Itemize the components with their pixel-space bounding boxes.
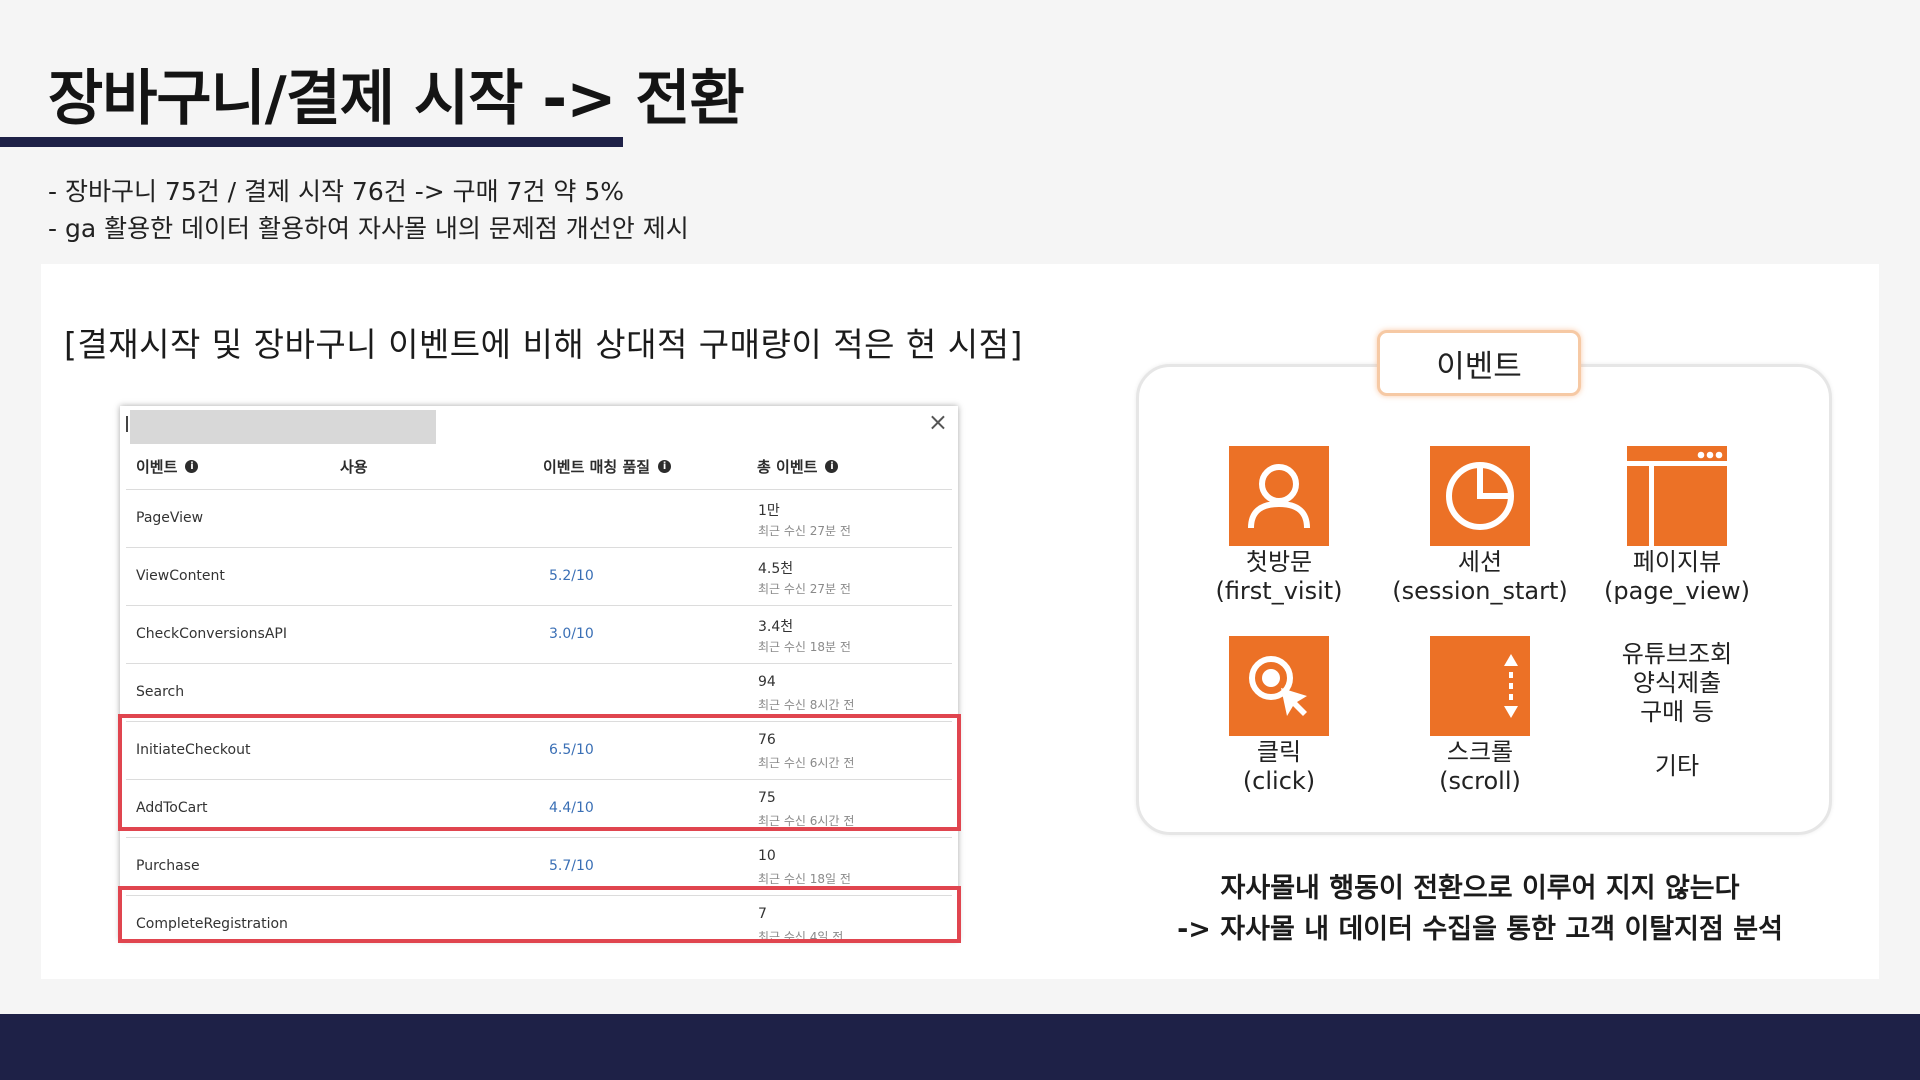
event-label-ko: 페이지뷰 (1632, 548, 1722, 576)
last-received: 최근 수신 27분 전 (758, 582, 851, 596)
other-event-item: 유튜브조회 (1621, 640, 1733, 668)
event-label-click: 클릭 (click) (1169, 738, 1389, 796)
event-label-first-visit: 첫방문 (first_visit) (1169, 548, 1389, 606)
summary-bullets: - 장바구니 75건 / 결제 시작 76건 -> 구매 7건 약 5% - g… (48, 173, 689, 247)
event-label-en: (page_view) (1604, 577, 1750, 605)
match-quality[interactable]: 5.7/10 (549, 858, 594, 874)
column-header-event: 이벤트 i (136, 456, 199, 477)
column-header-quality: 이벤트 매칭 품질 i (543, 456, 672, 477)
scroll-arrows-icon (1430, 636, 1530, 736)
event-label-scroll: 스크롤 (scroll) (1370, 738, 1590, 796)
magnifier-click-icon (1229, 636, 1329, 736)
match-quality[interactable]: 3.0/10 (549, 626, 594, 642)
event-label-ko: 스크롤 (1446, 738, 1514, 766)
table-row[interactable]: PageView 1만 최근 수신 27분 전 (126, 489, 952, 547)
event-label-en: (first_visit) (1215, 577, 1343, 605)
bullet-item: - 장바구니 75건 / 결제 시작 76건 -> 구매 7건 약 5% (48, 177, 625, 206)
slide-title: 장바구니/결제 시작 -> 전환 (48, 64, 745, 134)
last-received: 최근 수신 8시간 전 (758, 698, 855, 712)
event-count: 94 (758, 674, 776, 690)
event-label-ko: 세션 (1457, 548, 1503, 576)
event-count: 4.5천 (758, 561, 794, 577)
column-header-label: 이벤트 매칭 품질 (543, 458, 651, 476)
info-icon[interactable]: i (185, 460, 199, 473)
last-received: 최근 수신 18일 전 (758, 872, 851, 886)
event-label-page-view: 페이지뷰 (page_view) (1567, 548, 1787, 606)
table-row[interactable]: Search 94 최근 수신 8시간 전 (126, 663, 952, 721)
highlight-checkout-cart (118, 714, 961, 831)
event-name: ViewContent (136, 568, 225, 584)
conclusion-line: 자사몰내 행동이 전환으로 이루어 지지 않는다 (1220, 873, 1740, 904)
event-label-ko: 첫방문 (1245, 548, 1313, 576)
event-name: Purchase (136, 858, 200, 874)
table-row[interactable]: ViewContent 5.2/10 4.5천 최근 수신 27분 전 (126, 547, 952, 605)
last-received: 최근 수신 27분 전 (758, 524, 851, 538)
column-header-label: 총 이벤트 (757, 458, 818, 476)
info-icon[interactable]: i (658, 460, 672, 473)
other-event-item: 구매 등 (1640, 698, 1714, 726)
pie-chart-icon (1430, 446, 1530, 546)
browser-window-icon (1627, 446, 1727, 546)
last-received: 최근 수신 18분 전 (758, 640, 851, 654)
events-table-screenshot: × 이벤트 i 사용 이벤트 매칭 품질 i 총 이벤트 i PageView … (120, 406, 958, 944)
event-label-en: (click) (1242, 767, 1316, 795)
event-label-en: (session_start) (1392, 577, 1568, 605)
footer-bar (0, 1014, 1920, 1080)
highlight-registration (118, 886, 961, 943)
other-events-list: 유튜브조회 양식제출 구매 등 (1567, 640, 1787, 727)
column-header-total: 총 이벤트 i (757, 456, 839, 477)
other-event-item: 양식제출 (1632, 669, 1722, 697)
event-label-session: 세션 (session_start) (1370, 548, 1590, 606)
title-underline (0, 137, 623, 147)
event-count: 10 (758, 848, 776, 864)
bullet-item: - ga 활용한 데이터 활용하여 자사몰 내의 문제점 개선안 제시 (48, 214, 689, 243)
events-title-pill: 이벤트 (1377, 330, 1581, 396)
event-name: CheckConversionsAPI (136, 626, 287, 642)
panel-heading: [결재시작 및 장바구니 이벤트에 비해 상대적 구매량이 적은 현 시점] (64, 325, 1023, 364)
match-quality[interactable]: 5.2/10 (549, 568, 594, 584)
column-header-usage: 사용 (340, 456, 368, 477)
other-events-label: 기타 (1654, 752, 1700, 780)
event-count: 3.4천 (758, 619, 794, 635)
column-header-label: 이벤트 (136, 458, 178, 476)
text-cursor (126, 416, 128, 432)
table-row[interactable]: CheckConversionsAPI 3.0/10 3.4천 최근 수신 18… (126, 605, 952, 663)
event-label-ko: 클릭 (1256, 738, 1302, 766)
info-icon[interactable]: i (825, 460, 839, 473)
event-label-en: (scroll) (1439, 767, 1521, 795)
close-icon[interactable]: × (928, 408, 948, 436)
conclusion-line: -> 자사몰 내 데이터 수집을 통한 고객 이탈지점 분석 (1177, 914, 1783, 945)
redacted-title (130, 410, 436, 444)
event-name: PageView (136, 510, 204, 526)
user-icon (1229, 446, 1329, 546)
event-count: 1만 (758, 503, 780, 519)
column-header-label: 사용 (340, 458, 368, 476)
event-name: Search (136, 684, 185, 700)
